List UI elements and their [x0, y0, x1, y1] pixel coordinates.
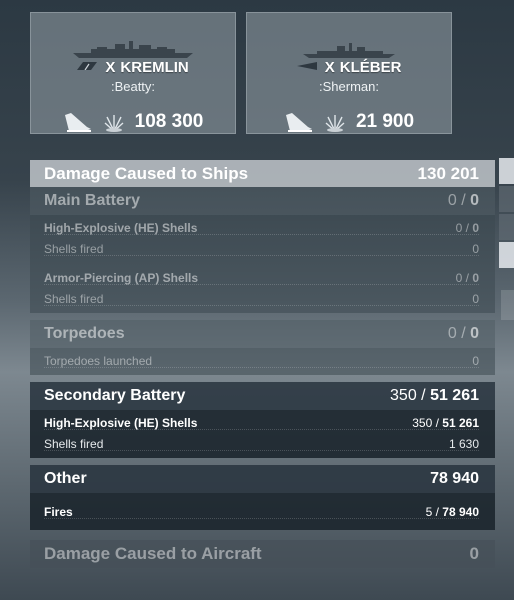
battleship-silhouette-icon: [31, 41, 235, 59]
fires-row: Fires 5 / 78 940: [30, 501, 495, 522]
damage-aircraft-value: 0: [469, 544, 479, 563]
other-details: Fires 5 / 78 940: [30, 493, 495, 530]
ship-tier: X: [324, 59, 335, 76]
nation-flag-icon: [296, 62, 317, 70]
torpedoes-details: Torpedoes launched 0: [30, 348, 495, 375]
main-ap-fired-row: Shells fired 0: [30, 288, 495, 309]
damage-aircraft-header[interactable]: Damage Caused to Aircraft 0: [30, 540, 495, 568]
torpedo-hit-icon: [63, 111, 93, 133]
secondary-fired-row: Shells fired 1 630: [30, 433, 495, 454]
side-panel-edge: [499, 158, 514, 270]
torpedoes-launched-row: Torpedoes launched 0: [30, 350, 495, 371]
damage-stats-panel: Damage Caused to Ships 130 201 Main Batt…: [30, 160, 495, 568]
other-header[interactable]: Other 78 940: [30, 465, 495, 493]
side-tab[interactable]: [499, 186, 514, 212]
destroyer-silhouette-icon: [247, 41, 451, 59]
torpedoes-label: Torpedoes: [44, 325, 125, 342]
side-tab[interactable]: [499, 242, 514, 268]
damage-aircraft-label: Damage Caused to Aircraft: [44, 544, 262, 563]
torpedoes-value: 0 / 0: [447, 325, 479, 342]
shell-hit-icon: [324, 111, 346, 133]
ship-name-text: KLÉBER: [339, 59, 402, 76]
ship-card-kleber[interactable]: X KLÉBER :Sherman: 21 900: [246, 12, 452, 134]
nation-flag-icon: [77, 62, 98, 70]
side-tab[interactable]: [499, 214, 514, 240]
ship-damage: 108 300: [134, 111, 204, 132]
secondary-he-row: High-Explosive (HE) Shells 350 / 51 261: [30, 412, 495, 433]
main-battery-value: 0 / 0: [447, 192, 479, 209]
ship-damage: 21 900: [355, 111, 415, 132]
ship-tier: X: [105, 59, 116, 76]
secondary-battery-details: High-Explosive (HE) Shells 350 / 51 261 …: [30, 410, 495, 458]
player-name: :Beatty:: [110, 79, 156, 94]
main-he-fired-row: Shells fired 0: [30, 238, 495, 259]
torpedo-hit-icon: [284, 111, 314, 133]
main-ap-row: Armor-Piercing (AP) Shells 0 / 0: [30, 267, 495, 288]
main-battery-details: High-Explosive (HE) Shells 0 / 0 Shells …: [30, 215, 495, 313]
side-tab[interactable]: [499, 158, 514, 184]
damage-ships-label: Damage Caused to Ships: [44, 163, 249, 183]
other-value: 78 940: [430, 470, 479, 487]
main-battery-label: Main Battery: [44, 192, 141, 209]
secondary-battery-label: Secondary Battery: [44, 387, 186, 404]
ship-name: X KREMLIN: [31, 59, 235, 76]
damage-ships-header: Damage Caused to Ships 130 201: [30, 160, 495, 187]
shell-hit-icon: [103, 111, 125, 133]
torpedoes-header[interactable]: Torpedoes 0 / 0: [30, 320, 495, 348]
player-name: :Sherman:: [319, 79, 379, 94]
ship-card-kremlin[interactable]: X KREMLIN :Beatty: 108 300: [30, 12, 236, 134]
ship-name-text: KREMLIN: [120, 59, 189, 76]
secondary-battery-header[interactable]: Secondary Battery 350 / 51 261: [30, 382, 495, 410]
ship-name: X KLÉBER: [247, 59, 451, 76]
main-he-row: High-Explosive (HE) Shells 0 / 0: [30, 217, 495, 238]
secondary-battery-value: 350 / 51 261: [390, 387, 479, 404]
damage-ships-value: 130 201: [417, 163, 479, 183]
other-label: Other: [44, 470, 87, 487]
side-panel-fragment: [501, 290, 514, 320]
main-battery-header[interactable]: Main Battery 0 / 0: [30, 187, 495, 215]
